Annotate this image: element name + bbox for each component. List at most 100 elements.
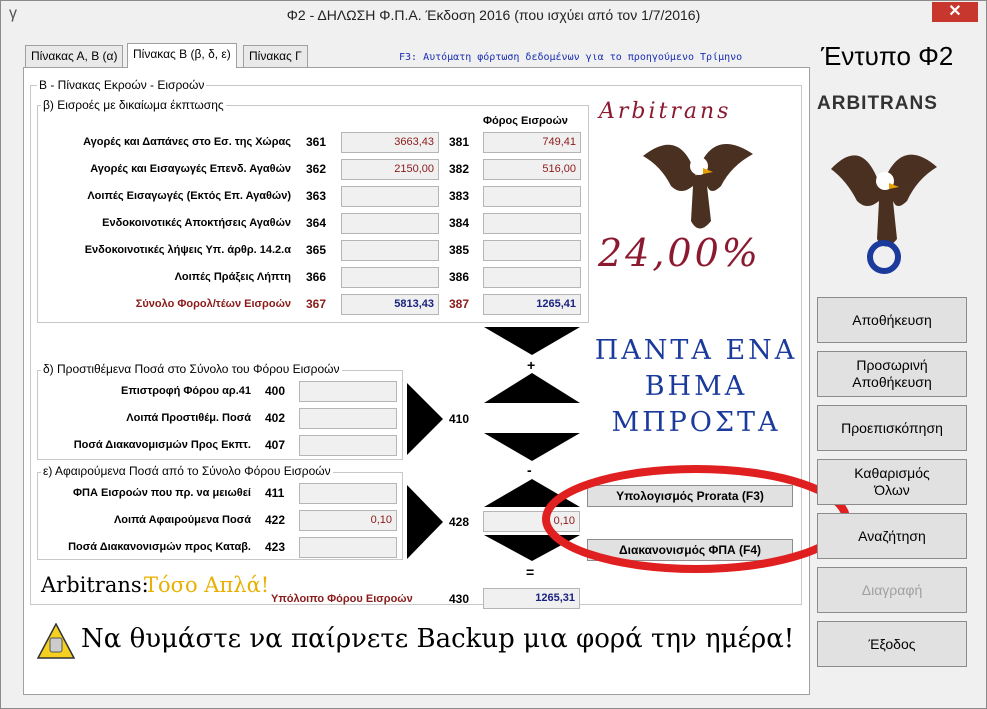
total-amount-field[interactable]: 5813,43 (341, 294, 439, 315)
motto-line-1: ΠΑΝΤΑ ΕΝΑ (594, 335, 798, 366)
row-code: 362 (306, 162, 327, 176)
amount-field[interactable] (341, 267, 439, 288)
row-code: 366 (306, 270, 327, 284)
tax-field[interactable] (483, 213, 581, 234)
row-code: 400 (265, 384, 286, 398)
eagle-icon (643, 143, 753, 229)
minus-sign: - (527, 462, 532, 478)
row-code: 402 (265, 411, 286, 425)
section-title: Β - Πίνακας Εκροών - Εισροών (37, 78, 207, 92)
search-button[interactable]: Αναζήτηση (817, 513, 967, 559)
code-428: 428 (449, 515, 470, 529)
arrow-right-icon (407, 383, 443, 455)
temp-save-line-2: Αποθήκευση (852, 374, 932, 390)
amount-field[interactable] (299, 537, 397, 558)
row-code: 363 (306, 189, 327, 203)
group-b-title: β) Εισροές με δικαίωμα έκπτωσης (41, 98, 226, 112)
close-button[interactable]: ✕ (932, 2, 978, 22)
brand-name: ARBITRANS (817, 93, 938, 114)
row-label: Λοιπά Προστιθέμ. Ποσά (126, 412, 251, 424)
exit-button[interactable]: Έξοδος (817, 621, 967, 667)
row-label: Ενδοκοινοτικές Αποκτήσεις Αγαθών (102, 217, 291, 229)
tax-field[interactable] (483, 186, 581, 207)
tab-pinakas-g[interactable]: Πίνακας Γ (243, 45, 308, 67)
clear-line-1: Καθαρισμός (854, 465, 930, 481)
amount-field[interactable]: 3663,43 (341, 132, 439, 153)
tab-pinakas-a-b[interactable]: Πίνακας Α, Β (α) (25, 45, 124, 67)
eagle-logo-icon (831, 154, 937, 274)
amount-field[interactable]: 0,10 (299, 510, 397, 531)
row-code: 364 (306, 216, 327, 230)
form-title: Έντυπο Φ2 (821, 41, 954, 71)
total-code: 367 (306, 297, 327, 311)
row-label: Αγορές και Εισαγωγές Επενδ. Αγαθών (90, 163, 291, 175)
row-code: 386 (449, 270, 470, 284)
amount-field[interactable] (341, 186, 439, 207)
highlight-circle (542, 465, 850, 573)
temp-save-button[interactable]: Προσωρινή Αποθήκευση (817, 351, 967, 397)
tab-pinakas-b-bde[interactable]: Πίνακας Β (β, δ, ε) (127, 43, 237, 68)
amount-field[interactable] (299, 483, 397, 504)
arrow-up-icon (484, 373, 580, 403)
row-code: 382 (449, 162, 470, 176)
tax-field[interactable] (483, 240, 581, 261)
amount-field[interactable]: 2150,00 (341, 159, 439, 180)
clear-line-2: Όλων (874, 482, 910, 498)
row-code: 407 (265, 438, 286, 452)
row-code: 361 (306, 135, 327, 149)
row-label: Αγορές και Δαπάνες στο Εσ. της Χώρας (83, 136, 291, 148)
row-code: 423 (265, 540, 286, 554)
total-code: 387 (449, 297, 470, 311)
row-code: 381 (449, 135, 470, 149)
row-code: 411 (265, 486, 285, 500)
arbitrans-script-logo: Arbitrans (599, 99, 732, 124)
temp-save-line-1: Προσωρινή (856, 357, 928, 373)
arrow-down-icon (484, 433, 580, 461)
row-code: 384 (449, 216, 470, 230)
backup-reminder: Να θυμάστε να παίρνετε Backup μια φορά τ… (81, 624, 795, 654)
title-bar: γ Φ2 - ΔΗΛΩΣΗ Φ.Π.Α. Έκδοση 2016 (που ισ… (1, 1, 986, 31)
motto: ΠΑΝΤΑ ΕΝΑ ΒΗΜΑ ΜΠΡΟΣΤΑ (591, 333, 801, 441)
slogan-brand: Arbitrans: (41, 573, 149, 597)
amount-field[interactable] (299, 435, 397, 456)
slogan-text: Τόσο Απλά! (144, 573, 270, 597)
row-code: 422 (265, 513, 286, 527)
app-window: γ Φ2 - ΔΗΛΩΣΗ Φ.Π.Α. Έκδοση 2016 (που ισ… (0, 0, 987, 709)
row-code: 385 (449, 243, 470, 257)
plus-sign: + (527, 357, 536, 373)
save-button[interactable]: Αποθήκευση (817, 297, 967, 343)
row-code: 365 (306, 243, 327, 257)
amount-field[interactable] (341, 240, 439, 261)
motto-line-3: ΜΠΡΟΣΤΑ (611, 407, 781, 438)
tax-field[interactable] (483, 267, 581, 288)
amount-field[interactable] (299, 381, 397, 402)
total-label: Σύνολο Φορολ/τέων Εισροών (135, 298, 291, 310)
tax-field[interactable]: 516,00 (483, 159, 581, 180)
code-430: 430 (449, 592, 470, 606)
amount-field[interactable] (341, 213, 439, 234)
arrow-down-icon (484, 327, 580, 355)
delete-button[interactable]: Διαγραφή (817, 567, 967, 613)
row-label: ΦΠΑ Εισροών που πρ. να μειωθεί (73, 487, 251, 499)
equals-sign: = (526, 564, 535, 580)
total-tax-field[interactable]: 1265,41 (483, 294, 581, 315)
row-label: Λοιπά Αφαιρούμενα Ποσά (113, 514, 251, 526)
row-label: Επιστροφή Φόρου αρ.41 (120, 385, 251, 397)
window-title: Φ2 - ΔΗΛΩΣΗ Φ.Π.Α. Έκδοση 2016 (που ισχύ… (286, 7, 701, 23)
preview-button[interactable]: Προεπισκόπηση (817, 405, 967, 451)
row-label: Λοιπές Πράξεις Λήπτη (174, 271, 291, 283)
field-430[interactable]: 1265,31 (483, 588, 580, 609)
row-label: Ποσά Διακανομισμών Προς Εκπτ. (73, 439, 251, 451)
vat-rate: 24,00% (598, 231, 761, 275)
row-label: Ενδοκοινοτικές λήψεις Υπ. άρθρ. 14.2.α (84, 244, 291, 256)
tax-field[interactable]: 749,41 (483, 132, 581, 153)
clear-all-button[interactable]: Καθαρισμός Όλων (817, 459, 967, 505)
warning-icon (37, 623, 75, 659)
group-e-title: ε) Αφαιρούμενα Ποσά από το Σύνολο Φόρου … (41, 464, 333, 478)
arrow-right-icon (407, 485, 443, 559)
row-code: 383 (449, 189, 470, 203)
row-label: Ποσά Διακανονισμών προς Καταβ. (68, 541, 251, 553)
tax-header: Φόρος Εισροών (483, 115, 568, 127)
motto-line-2: ΒΗΜΑ (644, 371, 748, 402)
amount-field[interactable] (299, 408, 397, 429)
